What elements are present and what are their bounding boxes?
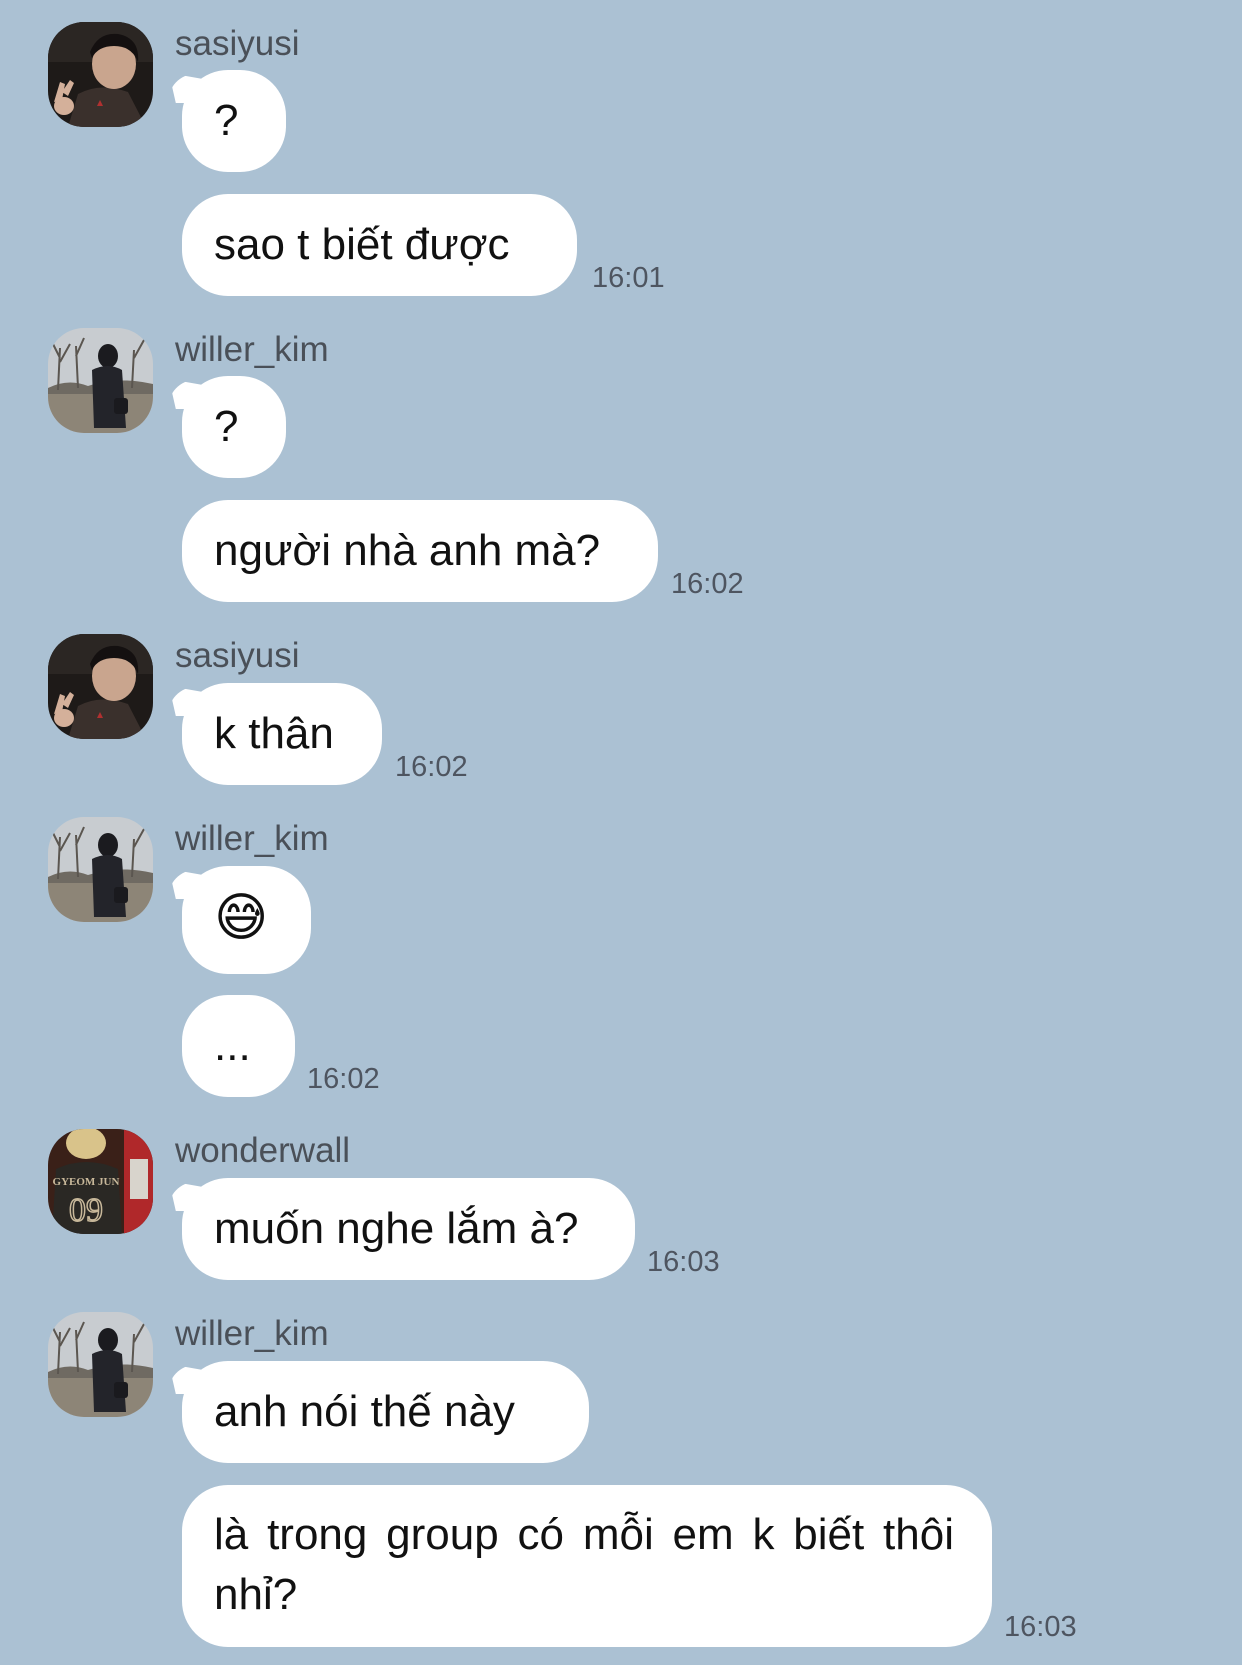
message-time: 16:02 bbox=[307, 1063, 380, 1095]
message-text: muốn nghe lắm à? bbox=[214, 1204, 579, 1253]
jersey-avatar-icon: GYEOM JUN 09 bbox=[48, 1129, 153, 1234]
selfie-avatar-icon bbox=[48, 634, 153, 739]
sender-name: willer_kim bbox=[175, 819, 329, 858]
message-bubble[interactable]: người nhà anh mà? bbox=[182, 500, 658, 602]
message-bubble[interactable]: 😅 bbox=[182, 866, 311, 974]
park-walk-avatar-icon bbox=[48, 1312, 153, 1417]
sender-name: willer_kim bbox=[175, 1314, 329, 1353]
chat-screen: sasiyusi ? sao t biết được 16:01 willer_… bbox=[0, 0, 1242, 1665]
jersey-name: GYEOM JUN bbox=[53, 1176, 120, 1188]
message-time: 16:01 bbox=[592, 262, 665, 294]
avatar-willer-kim[interactable] bbox=[48, 1312, 153, 1417]
message-bubble[interactable]: ? bbox=[182, 376, 286, 478]
avatar-willer-kim[interactable] bbox=[48, 817, 153, 922]
selfie-avatar-icon bbox=[48, 22, 153, 127]
avatar-sasiyusi[interactable] bbox=[48, 634, 153, 739]
message-bubble[interactable]: anh nói thế này bbox=[182, 1361, 589, 1463]
message-bubble[interactable]: ... bbox=[182, 995, 295, 1097]
emoji-sweat-smile-icon: 😅 bbox=[214, 889, 269, 947]
message-text: ? bbox=[214, 96, 239, 145]
sender-name: willer_kim bbox=[175, 330, 329, 369]
park-walk-avatar-icon bbox=[48, 328, 153, 433]
message-time: 16:02 bbox=[671, 568, 744, 600]
sender-name: sasiyusi bbox=[175, 636, 300, 675]
message-bubble[interactable]: là trong group có mỗi em k biết thôi nhỉ… bbox=[182, 1485, 992, 1647]
message-bubble[interactable]: muốn nghe lắm à? bbox=[182, 1178, 635, 1280]
message-text: là trong group có mỗi em k biết thôi nhỉ… bbox=[214, 1510, 954, 1619]
message-time: 16:02 bbox=[395, 751, 468, 783]
sender-name: sasiyusi bbox=[175, 24, 300, 63]
message-text: ? bbox=[214, 402, 239, 451]
message-text: k thân bbox=[214, 709, 334, 758]
avatar-willer-kim[interactable] bbox=[48, 328, 153, 433]
message-bubble[interactable]: sao t biết được bbox=[182, 194, 577, 296]
message-text: anh nói thế này bbox=[214, 1387, 515, 1436]
message-text: sao t biết được bbox=[214, 220, 510, 269]
message-time: 16:03 bbox=[1004, 1611, 1077, 1643]
jersey-number: 09 bbox=[69, 1192, 103, 1229]
message-bubble[interactable]: ? bbox=[182, 70, 286, 172]
message-time: 16:03 bbox=[647, 1246, 720, 1278]
message-text: ... bbox=[214, 1021, 251, 1070]
sender-name: wonderwall bbox=[175, 1131, 351, 1170]
avatar-wonderwall[interactable]: GYEOM JUN 09 bbox=[48, 1129, 153, 1234]
message-bubble[interactable]: k thân bbox=[182, 683, 382, 785]
message-text: người nhà anh mà? bbox=[214, 526, 601, 575]
avatar-sasiyusi[interactable] bbox=[48, 22, 153, 127]
park-walk-avatar-icon bbox=[48, 817, 153, 922]
